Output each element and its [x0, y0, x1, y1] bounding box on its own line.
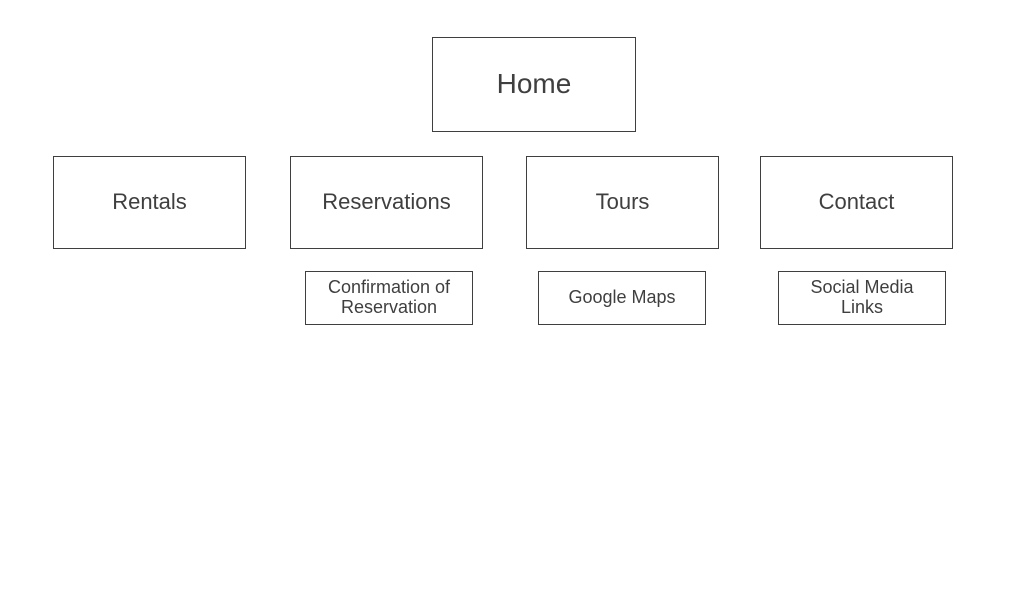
node-home-label: Home	[496, 68, 572, 100]
node-rentals: Rentals	[53, 156, 246, 249]
node-contact-label: Contact	[818, 189, 895, 215]
node-tours: Tours	[526, 156, 719, 249]
node-home: Home	[432, 37, 636, 132]
node-social-media-links: Social Media Links	[778, 271, 946, 325]
node-rentals-label: Rentals	[112, 189, 187, 215]
node-social-media-links-label: Social Media Links	[810, 277, 914, 317]
node-contact: Contact	[760, 156, 953, 249]
node-confirmation-of-reservation: Confirmation of Reservation	[305, 271, 473, 325]
node-confirmation-label: Confirmation of Reservation	[327, 277, 451, 317]
node-tours-label: Tours	[595, 189, 650, 215]
node-reservations: Reservations	[290, 156, 483, 249]
node-reservations-label: Reservations	[322, 189, 451, 215]
node-google-maps: Google Maps	[538, 271, 706, 325]
node-google-maps-label: Google Maps	[568, 287, 676, 308]
